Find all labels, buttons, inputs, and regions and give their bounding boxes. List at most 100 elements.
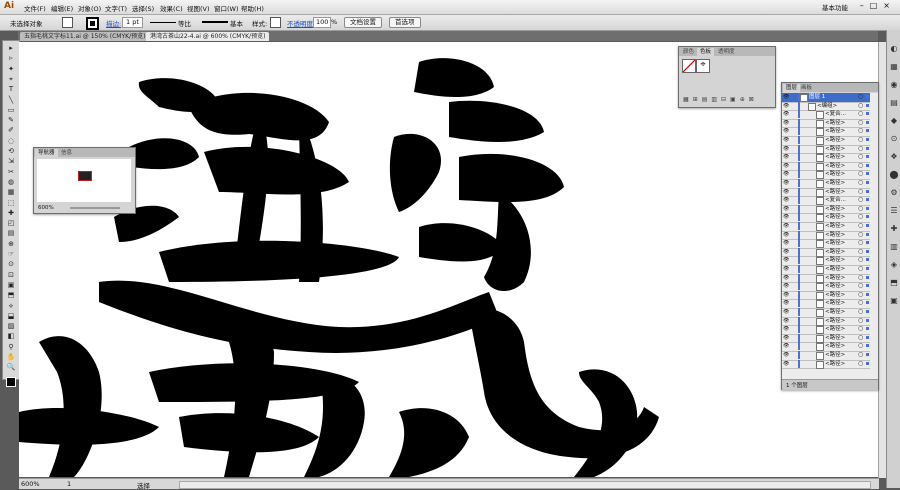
selection-square-icon[interactable]: [866, 241, 869, 245]
tool-16[interactable]: ✚: [5, 209, 17, 218]
target-circle-icon[interactable]: ○: [858, 342, 863, 350]
visibility-eye-icon[interactable]: 👁: [783, 179, 790, 187]
layer-row-item[interactable]: 👁 <路径> ○: [782, 359, 870, 370]
target-circle-icon[interactable]: ○: [858, 136, 863, 144]
target-circle-icon[interactable]: ○: [858, 325, 863, 333]
target-circle-icon[interactable]: ○: [858, 291, 863, 299]
tab-document-1[interactable]: 五指毛桃文字标11.ai @ 150% (CMYK/预览): [20, 32, 150, 41]
graphic-styles-panel-icon[interactable]: ◆: [889, 116, 899, 126]
visibility-eye-icon[interactable]: 👁: [783, 248, 790, 256]
selection-square-icon[interactable]: [866, 155, 869, 159]
menu-view[interactable]: 视图(V): [187, 3, 210, 13]
visibility-eye-icon[interactable]: 👁: [783, 136, 790, 144]
tool-27[interactable]: ▨: [5, 322, 17, 331]
visibility-eye-icon[interactable]: 👁: [783, 231, 790, 239]
tool-30[interactable]: ✋: [5, 353, 17, 362]
selection-square-icon[interactable]: [866, 181, 869, 184]
layers-panel-icon[interactable]: ☰: [889, 206, 899, 216]
tool-22[interactable]: ⊡: [5, 271, 17, 280]
menu-window[interactable]: 窗口(W): [214, 3, 239, 13]
tool-23[interactable]: ▣: [5, 281, 17, 290]
selection-square-icon[interactable]: [866, 310, 869, 313]
none-swatch[interactable]: [682, 59, 696, 73]
fill-swatch[interactable]: [62, 17, 73, 28]
artboard-canvas[interactable]: 导航器 信息 600% 颜色 色板 透明度 ⌖ ▦⊞▤▥⊟▣⊕⊠: [19, 42, 878, 477]
selection-square-icon[interactable]: [866, 198, 869, 202]
visibility-eye-icon[interactable]: 👁: [783, 188, 790, 196]
visibility-eye-icon[interactable]: 👁: [783, 153, 790, 161]
gradient-panel-icon[interactable]: ◈: [889, 260, 899, 270]
visibility-eye-icon[interactable]: 👁: [783, 308, 790, 316]
preferences-button[interactable]: 首选项: [389, 17, 421, 28]
selection-square-icon[interactable]: [866, 249, 869, 253]
tool-18[interactable]: ▤: [5, 229, 17, 238]
selection-square-icon[interactable]: [866, 275, 869, 279]
selection-square-icon[interactable]: [866, 95, 869, 98]
selection-square-icon[interactable]: [866, 172, 869, 176]
brush-label[interactable]: 基本: [230, 18, 243, 28]
selection-square-icon[interactable]: [866, 112, 869, 116]
selection-square-icon[interactable]: [866, 318, 869, 322]
swatches-panel-icon[interactable]: ▦: [889, 62, 899, 72]
target-circle-icon[interactable]: ○: [858, 239, 863, 247]
menu-type[interactable]: 文字(T): [105, 3, 127, 13]
target-circle-icon[interactable]: ○: [858, 222, 863, 230]
symbols-panel-icon[interactable]: ▤: [889, 98, 899, 108]
menu-object[interactable]: 对象(O): [78, 3, 101, 13]
registration-swatch[interactable]: ⌖: [696, 59, 710, 73]
tool-28[interactable]: ◧: [5, 332, 17, 341]
target-circle-icon[interactable]: ○: [858, 231, 863, 239]
visibility-eye-icon[interactable]: 👁: [783, 196, 790, 204]
menu-file[interactable]: 文件(F): [24, 3, 46, 13]
tab-navigator[interactable]: 导航器: [35, 149, 58, 157]
target-circle-icon[interactable]: ○: [858, 170, 863, 178]
document-setup-button[interactable]: 文档设置: [344, 17, 382, 28]
visibility-eye-icon[interactable]: 👁: [783, 274, 790, 282]
visibility-eye-icon[interactable]: 👁: [783, 170, 790, 178]
status-zoom[interactable]: 600%: [21, 480, 40, 488]
style-swatch[interactable]: [270, 17, 281, 28]
visibility-eye-icon[interactable]: 👁: [783, 265, 790, 273]
target-circle-icon[interactable]: ○: [858, 205, 863, 213]
status-page[interactable]: 1: [67, 480, 71, 488]
maximize-button[interactable]: □: [870, 1, 884, 10]
target-circle-icon[interactable]: ○: [858, 308, 863, 316]
selection-square-icon[interactable]: [866, 146, 869, 150]
tool-31[interactable]: 🔍: [5, 363, 17, 372]
visibility-eye-icon[interactable]: 👁: [783, 110, 790, 118]
target-circle-icon[interactable]: ○: [858, 256, 863, 264]
tool-26[interactable]: ⬓: [5, 312, 17, 321]
selection-square-icon[interactable]: [866, 258, 869, 262]
align-panel-icon[interactable]: ❖: [889, 152, 899, 162]
tool-9[interactable]: ◌: [5, 137, 17, 146]
target-circle-icon[interactable]: ○: [858, 179, 863, 187]
visibility-eye-icon[interactable]: 👁: [783, 282, 790, 290]
selection-square-icon[interactable]: [866, 267, 869, 270]
transparency-panel-icon[interactable]: ⬒: [889, 278, 899, 288]
target-circle-icon[interactable]: ○: [858, 351, 863, 359]
visibility-eye-icon[interactable]: 👁: [783, 222, 790, 230]
selection-square-icon[interactable]: [866, 206, 869, 210]
tab-swatches[interactable]: 色板: [697, 48, 715, 56]
tool-10[interactable]: ⟲: [5, 147, 17, 156]
navigator-preview[interactable]: [37, 159, 131, 202]
visibility-eye-icon[interactable]: 👁: [783, 162, 790, 170]
selection-square-icon[interactable]: [866, 120, 869, 124]
close-button[interactable]: ×: [883, 1, 896, 10]
target-circle-icon[interactable]: ○: [858, 127, 863, 135]
target-circle-icon[interactable]: ○: [858, 196, 863, 204]
target-circle-icon[interactable]: ○: [858, 248, 863, 256]
target-circle-icon[interactable]: ○: [858, 162, 863, 170]
visibility-eye-icon[interactable]: 👁: [783, 351, 790, 359]
stroke-panel-icon[interactable]: ▥: [889, 242, 899, 252]
color-panel-icon[interactable]: ◐: [889, 44, 899, 54]
selection-square-icon[interactable]: [866, 129, 869, 133]
selection-square-icon[interactable]: [866, 232, 869, 236]
navigator-zoom-slider[interactable]: [70, 207, 120, 209]
tool-1[interactable]: ▹: [5, 54, 17, 63]
selection-square-icon[interactable]: [866, 353, 869, 356]
brushes-panel-icon[interactable]: ◉: [889, 80, 899, 90]
tool-2[interactable]: ✦: [5, 65, 17, 74]
target-circle-icon[interactable]: ○: [858, 265, 863, 273]
tool-15[interactable]: ⬚: [5, 199, 17, 208]
